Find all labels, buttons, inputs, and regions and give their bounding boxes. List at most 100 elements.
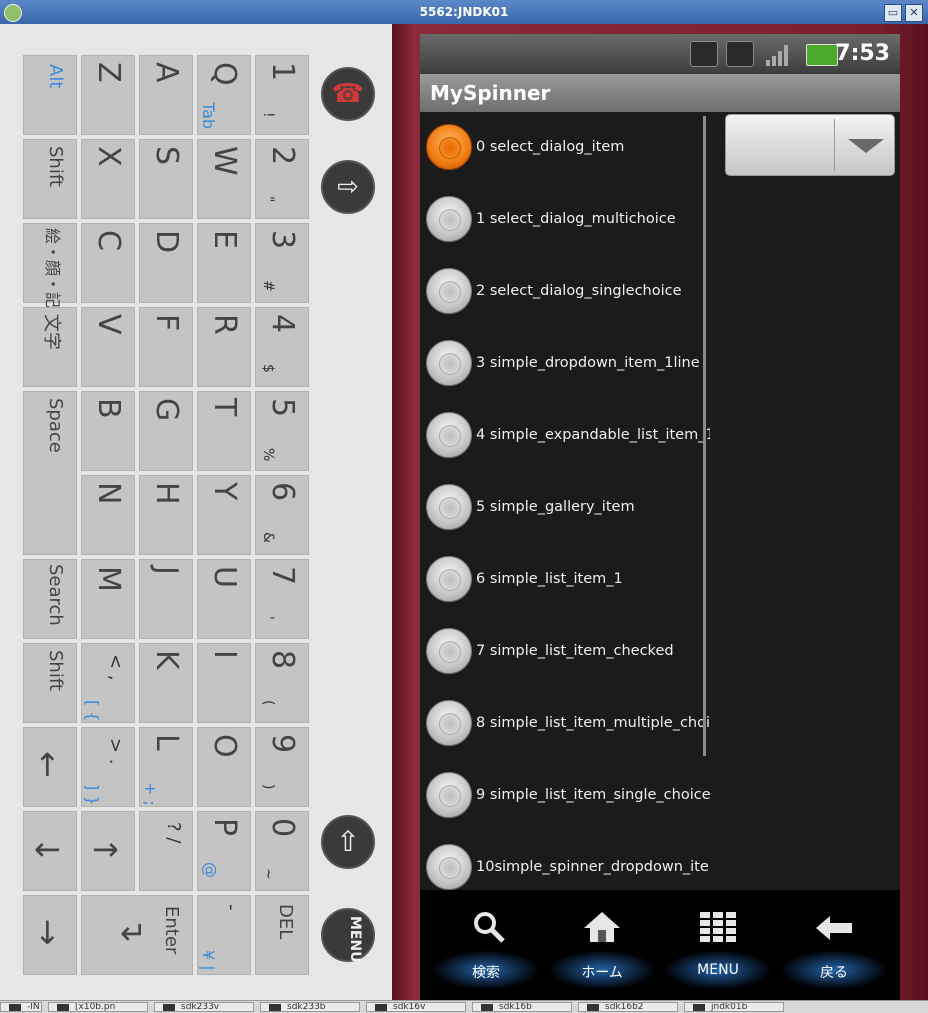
key-arrow-up[interactable]: ↑ — [23, 727, 77, 807]
key-o[interactable]: O — [197, 727, 251, 807]
key-del[interactable]: DEL — [255, 895, 309, 975]
list-item[interactable]: 8 simple_list_item_multiple_choice — [420, 688, 710, 760]
key-7[interactable]: 7 ' — [255, 559, 309, 639]
key-shift[interactable]: Shift — [23, 139, 77, 219]
radio-button[interactable] — [426, 196, 472, 242]
key-z[interactable]: Z — [81, 55, 135, 135]
spinner[interactable] — [725, 114, 895, 176]
key-j[interactable]: J — [139, 559, 193, 639]
key-8[interactable]: 8( — [255, 643, 309, 723]
key-x[interactable]: X — [81, 139, 135, 219]
taskbar-item[interactable]: sdk16v — [366, 1002, 466, 1012]
key-k[interactable]: K — [139, 643, 193, 723]
taskbar-item[interactable]: sdk233b — [260, 1002, 360, 1012]
radio-button[interactable] — [426, 124, 472, 170]
key-3[interactable]: 3 # — [255, 223, 309, 303]
list-item[interactable]: 5 simple_gallery_item — [420, 472, 710, 544]
taskbar-item[interactable]: [x10b.pn — [48, 1002, 148, 1012]
list-item[interactable]: 6 simple_list_item_1 — [420, 544, 710, 616]
menu-round-button[interactable]: MENU — [321, 908, 375, 963]
list-item[interactable]: 7 simple_list_item_checked — [420, 616, 710, 688]
key-i[interactable]: I — [197, 643, 251, 723]
key-slash[interactable]: ? / — [139, 811, 193, 891]
list-item-label: 3 simple_dropdown_item_1line — [476, 355, 700, 371]
key-5[interactable]: 5% — [255, 391, 309, 471]
key-1[interactable]: 1! — [255, 55, 309, 135]
key-4[interactable]: 4 $ — [255, 307, 309, 387]
nav-back-button[interactable]: 戻る — [774, 890, 894, 1000]
key-g[interactable]: G — [139, 391, 193, 471]
radio-button[interactable] — [426, 412, 472, 458]
call-button[interactable]: ☎ — [321, 67, 375, 121]
key-search[interactable]: Search — [23, 559, 77, 639]
taskbar-item[interactable]: sdk16b2 — [578, 1002, 678, 1012]
next-button[interactable]: ⇨ — [321, 160, 375, 214]
key-2[interactable]: 2 " — [255, 139, 309, 219]
radio-button[interactable] — [426, 628, 472, 674]
radio-button[interactable] — [426, 700, 472, 746]
nav-menu-button[interactable]: MENU — [658, 890, 778, 1000]
taskbar-item[interactable]: -IN — [0, 1002, 42, 1012]
radio-button[interactable] — [426, 268, 472, 314]
key-q[interactable]: Q Tab — [197, 55, 251, 135]
list-item[interactable]: 10simple_spinner_dropdown_item — [420, 832, 710, 890]
list-item[interactable]: 4 simple_expandable_list_item_1 — [420, 400, 710, 472]
list-item[interactable]: 2 select_dialog_singlechoice — [420, 256, 710, 328]
key-arrow-left[interactable]: ← — [23, 811, 77, 891]
key-6[interactable]: 6 & — [255, 475, 309, 555]
taskbar-item[interactable]: sdk233v — [154, 1002, 254, 1012]
key-r[interactable]: R — [197, 307, 251, 387]
radio-button[interactable] — [426, 484, 472, 530]
key-m[interactable]: M — [81, 559, 135, 639]
list-item[interactable]: 9 simple_list_item_single_choice — [420, 760, 710, 832]
nav-home-button[interactable]: ホーム — [542, 890, 662, 1000]
key-9[interactable]: 9) — [255, 727, 309, 807]
key-p[interactable]: P @ — [197, 811, 251, 891]
key-n[interactable]: N — [81, 475, 135, 555]
key-a[interactable]: A — [139, 55, 193, 135]
key-emoji[interactable]: 絵・顔・記 — [23, 223, 77, 308]
key-b[interactable]: B — [81, 391, 135, 471]
list-item[interactable]: 0 select_dialog_item — [420, 112, 710, 184]
key-lt[interactable]: < ,[ { — [81, 643, 135, 723]
key-enter[interactable]: ↵ Enter — [81, 895, 193, 975]
arrow-left-icon: ← — [34, 830, 61, 868]
list-item[interactable]: 1 select_dialog_multichoice — [420, 184, 710, 256]
radio-button[interactable] — [426, 556, 472, 602]
key-f[interactable]: F — [139, 307, 193, 387]
key-0[interactable]: 0 ~ — [255, 811, 309, 891]
shift-round-button[interactable]: ⇧ — [321, 815, 375, 869]
key-u[interactable]: U — [197, 559, 251, 639]
menu-grid-icon — [700, 912, 736, 942]
key-t[interactable]: T — [197, 391, 251, 471]
close-button[interactable]: ✕ — [905, 4, 923, 22]
key-moji[interactable]: 文字 — [23, 307, 77, 387]
arrow-right-icon: → — [92, 830, 119, 868]
key-arrow-down[interactable]: ↓ — [23, 895, 77, 975]
key-h[interactable]: H — [139, 475, 193, 555]
radio-button[interactable] — [426, 340, 472, 386]
key-w[interactable]: W — [197, 139, 251, 219]
key-l[interactable]: L + ; — [139, 727, 193, 807]
minimize-button[interactable]: ▭ — [884, 4, 902, 22]
key-gt[interactable]: > .] } — [81, 727, 135, 807]
key-v[interactable]: V — [81, 307, 135, 387]
key-alt[interactable]: Alt — [23, 55, 77, 135]
key-y[interactable]: Y — [197, 475, 251, 555]
radio-button[interactable] — [426, 772, 472, 818]
key-e[interactable]: E — [197, 223, 251, 303]
taskbar-item[interactable]: jndk01b — [684, 1002, 784, 1012]
list-item[interactable]: 3 simple_dropdown_item_1line — [420, 328, 710, 400]
key-c[interactable]: C — [81, 223, 135, 303]
list-scrollbar[interactable] — [703, 116, 706, 756]
radio-button[interactable] — [426, 844, 472, 890]
key-minus[interactable]: - ¥ | — [197, 895, 251, 975]
taskbar-item[interactable]: sdk16b — [472, 1002, 572, 1012]
key-space[interactable]: Space — [23, 391, 77, 555]
key-d[interactable]: D — [139, 223, 193, 303]
nav-search-button[interactable]: 検索 — [426, 890, 546, 1000]
key-shift-2[interactable]: Shift — [23, 643, 77, 723]
key-arrow-right[interactable]: → — [81, 811, 135, 891]
key-s[interactable]: S — [139, 139, 193, 219]
taskbar: -IN [x10b.pn sdk233v sdk233b sdk16v sdk16b sdk… — [0, 1000, 928, 1013]
